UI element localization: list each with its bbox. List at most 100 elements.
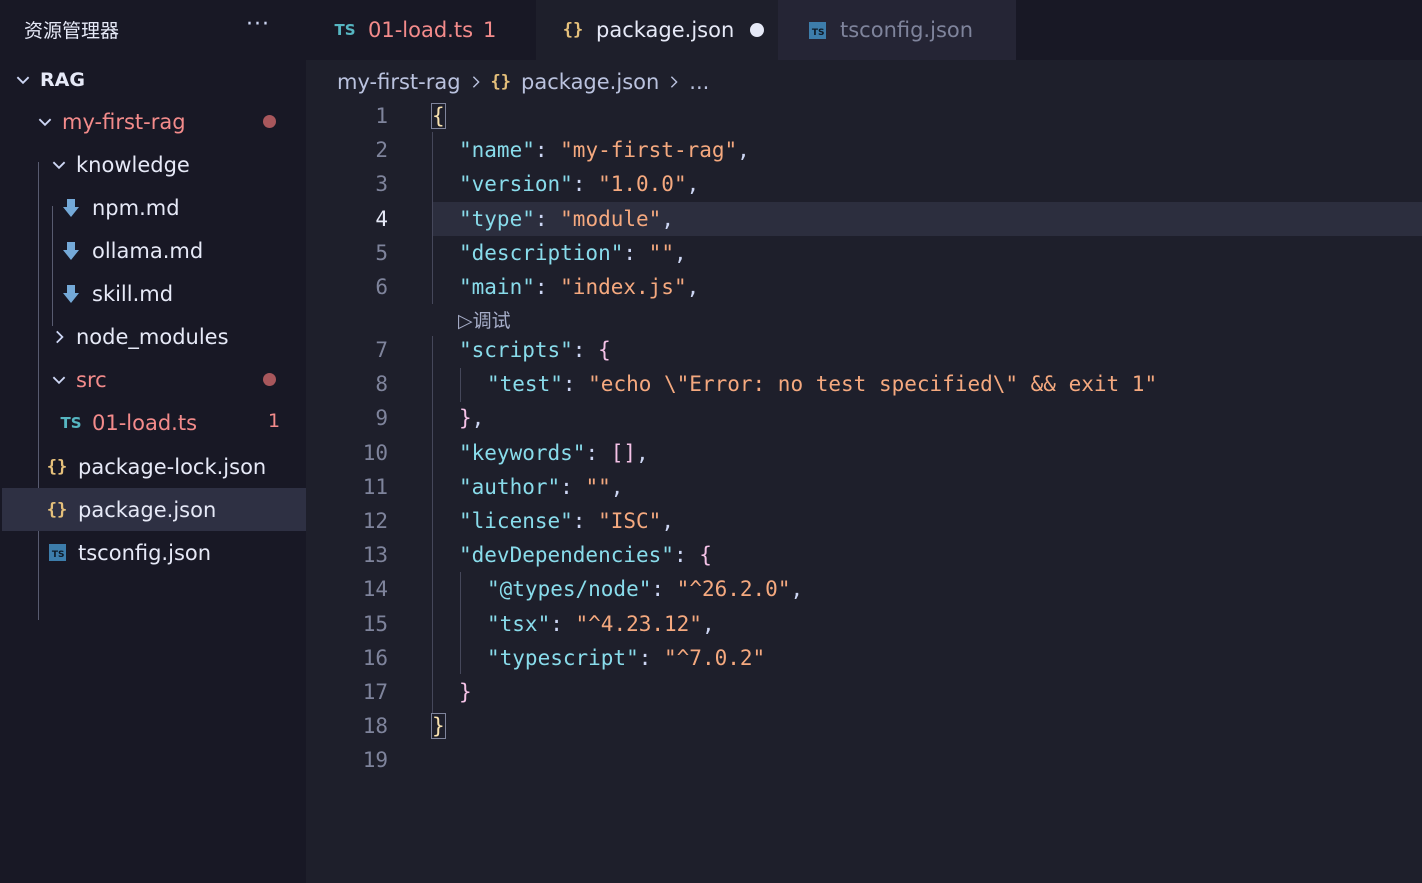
tree-file-ollama-md[interactable]: ollama.md <box>2 229 306 272</box>
tree-file-package-lock-json[interactable]: {} package-lock.json <box>2 445 306 488</box>
breadcrumb-file[interactable]: package.json <box>521 70 659 94</box>
code-line: "version": "1.0.0", <box>459 172 700 196</box>
code-line: "scripts": { <box>459 338 611 362</box>
line-number: 16 <box>362 646 388 670</box>
tree-item-label: package.json <box>78 497 217 522</box>
indent-guide <box>460 572 461 674</box>
json-file-icon: {} <box>46 499 68 520</box>
open-brace: { <box>431 103 446 129</box>
vscode-window: 资源管理器 ··· RAG my-first-rag knowledge npm… <box>0 0 1422 883</box>
chevron-right-icon <box>48 326 70 348</box>
line-number: 1 <box>375 104 388 128</box>
code-line: "license": "ISC", <box>459 509 674 533</box>
tsconfig-file-icon: TS <box>44 541 70 565</box>
line-number: 2 <box>375 138 388 162</box>
line-number: 13 <box>362 543 388 567</box>
code-line: "tsx": "^4.23.12", <box>487 612 715 636</box>
json-file-icon: {} <box>562 20 584 40</box>
tree-folder-my-first-rag[interactable]: my-first-rag <box>2 100 306 143</box>
code-line: "author": "", <box>459 475 624 499</box>
code-line: "keywords": [], <box>459 441 649 465</box>
line-number: 7 <box>375 338 388 362</box>
code-line: { <box>431 103 446 129</box>
tree-folder-knowledge[interactable]: knowledge <box>2 143 306 186</box>
tree-item-label: my-first-rag <box>62 109 186 134</box>
typescript-file-icon: TS <box>60 413 82 432</box>
modified-dot <box>263 373 276 386</box>
chevron-down-icon <box>12 69 34 91</box>
indent-guide <box>460 368 461 402</box>
modified-dot <box>263 115 276 128</box>
chevron-down-icon <box>48 154 70 176</box>
line-number: 3 <box>375 172 388 196</box>
code-line: "devDependencies": { <box>459 543 712 567</box>
line-number: 4 <box>375 207 388 231</box>
line-number: 14 <box>362 577 388 601</box>
tree-folder-src[interactable]: src <box>2 358 306 401</box>
tree-item-label: 01-load.ts <box>92 410 198 435</box>
tab-label: 01-load.ts <box>368 18 474 42</box>
line-number: 18 <box>362 714 388 738</box>
line-number: 6 <box>375 275 388 299</box>
tree-folder-node-modules[interactable]: node_modules <box>2 315 306 358</box>
explorer-sidebar: 资源管理器 ··· RAG my-first-rag knowledge npm… <box>0 0 306 883</box>
indent-guide <box>432 132 433 304</box>
tab-package-json[interactable]: {} package.json <box>536 0 778 60</box>
line-number: 9 <box>375 406 388 430</box>
tree-item-label: node_modules <box>76 324 229 349</box>
tree-file-tsconfig-json[interactable]: TS tsconfig.json <box>2 531 306 574</box>
line-number: 11 <box>362 475 388 499</box>
tree-file-package-json[interactable]: {} package.json <box>2 488 306 531</box>
line-number: 5 <box>375 241 388 265</box>
tab-label: package.json <box>596 18 735 42</box>
tree-file-01-load-ts[interactable]: TS 01-load.ts 1 <box>2 401 306 444</box>
json-file-icon: {} <box>490 72 512 92</box>
debug-codelens[interactable]: ▷调试 <box>458 306 511 333</box>
markdown-file-icon <box>58 196 84 220</box>
code-line: "description": "", <box>459 241 687 265</box>
more-actions-icon[interactable]: ··· <box>246 12 270 37</box>
code-line: "main": "index.js", <box>459 275 700 299</box>
code-line: "type": "module", <box>459 207 674 231</box>
indent-guide <box>432 336 433 714</box>
code-line: "name": "my-first-rag", <box>459 138 750 162</box>
code-line: }, <box>459 406 485 430</box>
tab-label: tsconfig.json <box>840 18 974 42</box>
chevron-right-icon <box>667 75 681 89</box>
tsconfig-file-icon: TS <box>804 18 830 42</box>
line-number: 8 <box>375 372 388 396</box>
tree-item-label: tsconfig.json <box>78 540 212 565</box>
code-line: "test": "echo \"Error: no test specified… <box>487 372 1158 396</box>
close-brace: } <box>431 713 446 739</box>
unsaved-dot-icon[interactable] <box>750 23 765 37</box>
tree-file-skill-md[interactable]: skill.md <box>2 272 306 315</box>
chevron-down-icon <box>48 369 70 391</box>
code-line: } <box>431 713 446 739</box>
tree-item-label: RAG <box>40 68 85 91</box>
breadcrumb-more[interactable]: ... <box>689 70 709 94</box>
problem-count-badge: 1 <box>483 18 497 42</box>
chevron-down-icon <box>34 111 56 133</box>
code-line: "@types/node": "^26.2.0", <box>487 577 804 601</box>
code-editor[interactable]: 1 2 3 4 5 6 7 8 9 10 11 12 13 14 15 16 1… <box>306 100 1422 883</box>
breadcrumb-folder[interactable]: my-first-rag <box>337 70 461 94</box>
problem-count-badge: 1 <box>268 410 281 432</box>
typescript-file-icon: TS <box>334 21 356 39</box>
tree-item-label: ollama.md <box>92 238 204 263</box>
code-line: } <box>459 680 472 704</box>
json-file-icon: {} <box>46 456 68 477</box>
explorer-header: 资源管理器 ··· <box>0 0 306 58</box>
tree-root-rag[interactable]: RAG <box>2 58 306 101</box>
line-number: 19 <box>362 748 388 772</box>
breadcrumb: my-first-rag {} package.json ... <box>337 62 709 102</box>
line-number: 10 <box>362 441 388 465</box>
tab-tsconfig-json[interactable]: TS tsconfig.json <box>778 0 1016 60</box>
tree-item-label: package-lock.json <box>78 454 267 479</box>
tree-item-label: skill.md <box>92 281 174 306</box>
tab-01-load-ts[interactable]: TS 01-load.ts 1 <box>306 0 536 60</box>
explorer-title: 资源管理器 <box>24 20 120 42</box>
line-number: 15 <box>362 612 388 636</box>
tree-item-label: npm.md <box>92 195 180 220</box>
editor-tabs: TS 01-load.ts 1 {} package.json TS tscon… <box>306 0 1422 60</box>
tree-file-npm-md[interactable]: npm.md <box>2 186 306 229</box>
